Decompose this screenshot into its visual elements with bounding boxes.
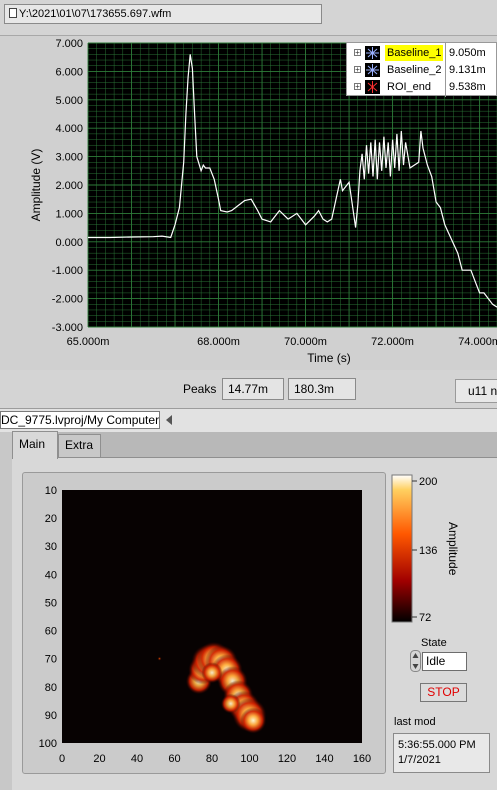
cursor-symbol-icon (365, 63, 380, 77)
x-tick-label: 100 (240, 753, 258, 765)
colorbar-gradient (391, 474, 413, 623)
y-tick-label: 3.000 (55, 152, 83, 164)
expand-icon[interactable]: + (354, 66, 361, 74)
y-tick-label: 7.000 (55, 38, 83, 50)
y-tick-label: 100 (39, 738, 57, 750)
last-mod-date: 1/7/2021 (398, 754, 441, 766)
x-tick-label: 140 (315, 753, 333, 765)
cursor-symbol-icon (365, 80, 380, 94)
intensity-blob (240, 707, 267, 734)
peak-value-2: 180.3m (288, 378, 356, 400)
legend-item-baseline-2[interactable]: + Baseline_2 9.131m (347, 62, 497, 78)
colorbar-min: 72 (419, 612, 431, 624)
y-tick-label: 50 (45, 597, 57, 609)
x-tick-label: 160 (353, 753, 371, 765)
y-tick-label: 5.000 (55, 95, 83, 107)
expand-icon[interactable]: + (354, 49, 361, 57)
y-tick-label: 1.000 (55, 208, 83, 220)
scroll-left-icon[interactable] (166, 415, 172, 425)
y-tick-label: 90 (45, 710, 57, 722)
y-tick-label: 0.000 (55, 237, 83, 249)
x-tick-label: 40 (131, 753, 143, 765)
intensity-speck (157, 656, 162, 661)
cursor-symbol-icon (365, 46, 380, 60)
y-tick-label: 2.000 (55, 180, 83, 192)
y-tick-label: 20 (45, 513, 57, 525)
intensity-blob (201, 662, 223, 684)
y-tick-label: -3.000 (52, 322, 83, 334)
x-axis-label: Time (s) (307, 351, 351, 365)
legend-name: ROI_end (387, 81, 432, 93)
legend-value: 9.050m (449, 47, 486, 59)
colorbar-label: Amplitude (446, 522, 460, 576)
x-tick-label: 74.000m (458, 336, 497, 348)
y-tick-label: 60 (45, 626, 57, 638)
y-tick-label: 4.000 (55, 123, 83, 135)
file-icon (9, 8, 17, 18)
tab-extra[interactable]: Extra (58, 434, 101, 457)
project-path[interactable]: DC_9775.lvproj/My Computer (0, 411, 160, 429)
state-label: State (421, 637, 447, 649)
plot-legend[interactable]: + Baseline_1 9.050m + Baseline_2 9.131m … (346, 42, 497, 97)
y-tick-label: 6.000 (55, 66, 83, 78)
x-tick-label: 120 (278, 753, 296, 765)
color-scale[interactable]: 200 136 72 Amplitude (388, 472, 497, 632)
legend-name: Baseline_1 (385, 45, 444, 61)
y-tick-label: -2.000 (52, 294, 83, 306)
y-tick-label: 70 (45, 654, 57, 666)
intensity-blob (220, 693, 241, 714)
intensity-graph[interactable]: 1020304050607080901000 20 40 60 80 100 120 140 1… (22, 472, 386, 774)
ring-increment-icon[interactable] (410, 650, 421, 672)
stop-button[interactable]: STOP (420, 683, 467, 702)
x-tick-label: 20 (93, 753, 105, 765)
x-tick-label: 60 (168, 753, 180, 765)
x-tick-label: 80 (206, 753, 218, 765)
y-axis-label: Amplitude (V) (29, 149, 43, 222)
file-path-text: Y:\2021\01\07\173655.697.wfm (19, 8, 172, 20)
legend-item-roi-end[interactable]: + ROI_end 9.538m (347, 79, 497, 95)
y-tick-label: -1.000 (52, 265, 83, 277)
file-path-display[interactable]: Y:\2021\01\07\173655.697.wfm (4, 4, 322, 24)
legend-value: 9.538m (449, 81, 486, 93)
units-box: u11 n (455, 379, 497, 403)
x-tick-label: 65.000m (67, 336, 110, 348)
legend-item-baseline-1[interactable]: + Baseline_1 9.050m (347, 45, 497, 61)
x-tick-label: 72.000m (371, 336, 414, 348)
last-mod-time: 5:36:55.000 PM (398, 739, 476, 751)
colorbar-mid: 136 (419, 545, 437, 557)
y-tick-label: 30 (45, 541, 57, 553)
peak-value-1: 14.77m (222, 378, 284, 400)
y-tick-label: 10 (45, 485, 57, 497)
x-tick-label: 0 (59, 753, 65, 765)
intensity-plot-area (62, 490, 362, 743)
state-field[interactable]: Idle (422, 652, 467, 671)
legend-value: 9.131m (449, 64, 486, 76)
x-tick-label: 70.000m (284, 336, 327, 348)
legend-name: Baseline_2 (387, 64, 442, 76)
expand-icon[interactable]: + (354, 83, 361, 91)
y-tick-label: 80 (45, 682, 57, 694)
colorbar-max: 200 (419, 476, 437, 488)
y-tick-label: 40 (45, 569, 57, 581)
last-mod-display: 5:36:55.000 PM 1/7/2021 (393, 733, 490, 773)
x-tick-label: 68.000m (197, 336, 240, 348)
last-mod-label: last mod (394, 716, 436, 728)
tab-main[interactable]: Main (12, 431, 58, 459)
peaks-label: Peaks (183, 382, 217, 396)
